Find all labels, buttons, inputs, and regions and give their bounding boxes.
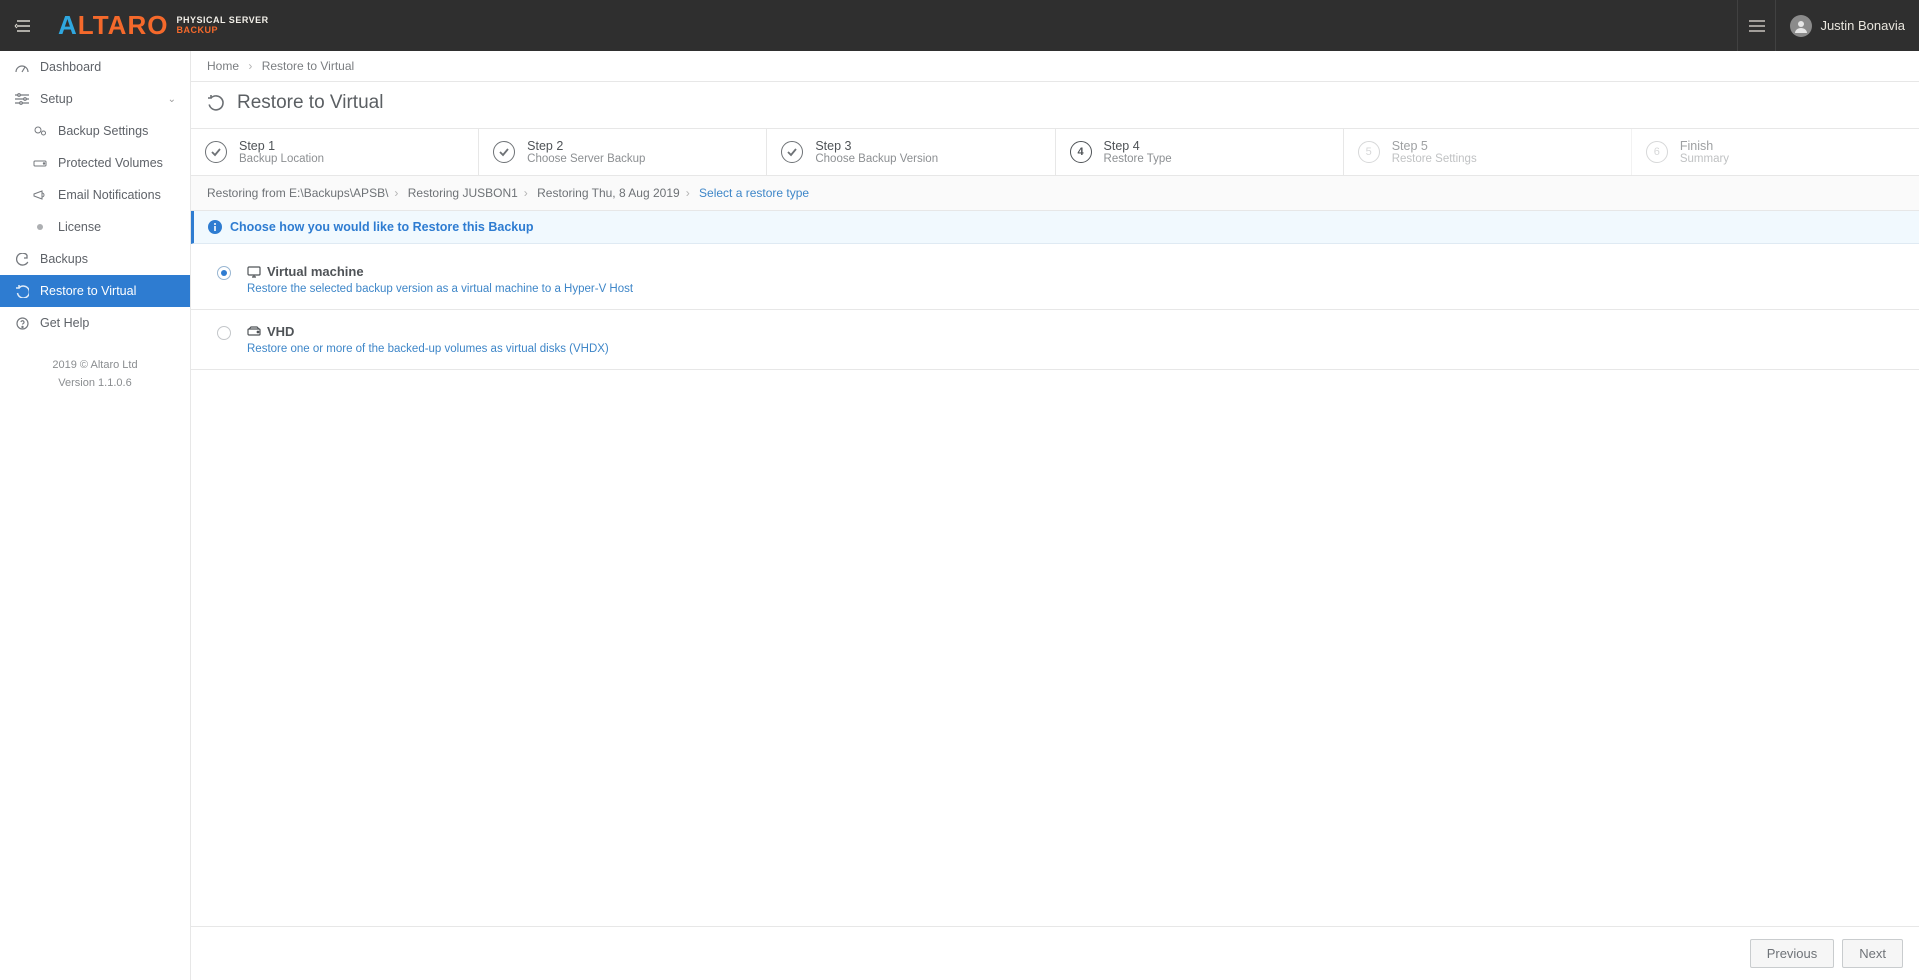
step-indicator-icon <box>781 141 803 163</box>
header-menu-button[interactable] <box>1737 0 1775 51</box>
option-description: Restore the selected backup version as a… <box>247 283 633 295</box>
option-description: Restore one or more of the backed-up vol… <box>247 343 609 355</box>
wizard-step-4[interactable]: 4 Step 4Restore Type <box>1056 129 1344 175</box>
sidebar-item-restore-to-virtual[interactable]: Restore to Virtual <box>0 275 190 307</box>
sidebar-item-protected-volumes[interactable]: Protected Volumes <box>0 147 190 179</box>
wizard-step-2[interactable]: Step 2Choose Server Backup <box>479 129 767 175</box>
sidebar-toggle[interactable] <box>0 0 44 51</box>
wizard-breadcrumb: Restoring from E:\Backups\APSB\› Restori… <box>191 176 1919 211</box>
sidebar-item-label: Backup Settings <box>58 124 148 138</box>
info-banner: Choose how you would like to Restore thi… <box>191 211 1919 244</box>
step-title: Finish <box>1680 139 1729 153</box>
option-title: VHD <box>247 324 609 339</box>
cogs-icon <box>32 125 48 137</box>
undo-icon <box>14 285 30 298</box>
sidebar-item-setup[interactable]: Setup ⌄ <box>0 83 190 115</box>
sliders-icon <box>14 93 30 105</box>
restore-option-vhd[interactable]: VHD Restore one or more of the backed-up … <box>191 310 1919 370</box>
sidebar-item-backup-settings[interactable]: Backup Settings <box>0 115 190 147</box>
sidebar-item-license[interactable]: License <box>0 211 190 243</box>
sidebar-item-label: Restore to Virtual <box>40 284 136 298</box>
sidebar-item-label: Get Help <box>40 316 89 330</box>
dashboard-icon <box>14 61 30 73</box>
logo-wordmark: ALTARO <box>58 10 168 41</box>
list-icon <box>1749 20 1765 32</box>
breadcrumb: Home › Restore to Virtual <box>191 51 1919 81</box>
bullhorn-icon <box>32 189 48 201</box>
menu-icon <box>14 20 30 32</box>
step-title: Step 3 <box>815 139 938 153</box>
step-indicator-icon <box>493 141 515 163</box>
restore-option-virtual-machine[interactable]: Virtual machine Restore the selected back… <box>191 250 1919 310</box>
main-content: Home › Restore to Virtual Restore to Vir… <box>191 51 1919 980</box>
monitor-icon <box>247 266 261 278</box>
undo-icon <box>207 94 225 112</box>
step-subtitle: Summary <box>1680 153 1729 165</box>
step-indicator-icon: 6 <box>1646 141 1668 163</box>
sidebar-item-backups[interactable]: Backups <box>0 243 190 275</box>
step-subtitle: Choose Server Backup <box>527 153 645 165</box>
step-indicator-icon <box>205 141 227 163</box>
wizard-step-3[interactable]: Step 3Choose Backup Version <box>767 129 1055 175</box>
step-subtitle: Choose Backup Version <box>815 153 938 165</box>
step-title: Step 5 <box>1392 139 1477 153</box>
info-icon <box>208 220 222 234</box>
sidebar-item-label: Setup <box>40 92 73 106</box>
sidebar: Dashboard Setup ⌄ Backup Settings Protec… <box>0 51 191 980</box>
option-title: Virtual machine <box>247 264 633 279</box>
page-title: Restore to Virtual <box>191 82 1919 128</box>
sidebar-item-label: Dashboard <box>40 60 101 74</box>
sidebar-item-label: License <box>58 220 101 234</box>
radio-icon <box>217 326 231 340</box>
step-subtitle: Restore Settings <box>1392 153 1477 165</box>
app-header: ALTARO PHYSICAL SERVER BACKUP Justin Bon… <box>0 0 1919 51</box>
wizard-footer: Previous Next <box>191 926 1919 980</box>
next-button[interactable]: Next <box>1842 939 1903 968</box>
step-title: Step 2 <box>527 139 645 153</box>
avatar-icon <box>1790 15 1812 37</box>
step-subtitle: Backup Location <box>239 153 324 165</box>
step-indicator-icon: 4 <box>1070 141 1092 163</box>
previous-button[interactable]: Previous <box>1750 939 1835 968</box>
sidebar-item-get-help[interactable]: Get Help <box>0 307 190 339</box>
sidebar-item-label: Protected Volumes <box>58 156 163 170</box>
user-menu[interactable]: Justin Bonavia <box>1775 0 1919 51</box>
dot-icon <box>32 222 48 232</box>
wizard-step-5: 5 Step 5Restore Settings <box>1344 129 1632 175</box>
product-logo: ALTARO PHYSICAL SERVER BACKUP <box>44 0 269 51</box>
step-subtitle: Restore Type <box>1104 153 1172 165</box>
breadcrumb-separator: › <box>248 59 252 73</box>
chevron-down-icon: ⌄ <box>168 94 176 105</box>
sidebar-item-label: Backups <box>40 252 88 266</box>
breadcrumb-current: Restore to Virtual <box>262 59 355 73</box>
breadcrumb-home[interactable]: Home <box>207 59 239 73</box>
radio-icon <box>217 266 231 280</box>
refresh-icon <box>14 253 30 266</box>
wizard-steps: Step 1Backup LocationStep 2Choose Server… <box>191 128 1919 176</box>
wizard-step-6: 6 FinishSummary <box>1632 129 1919 175</box>
user-name: Justin Bonavia <box>1820 18 1905 33</box>
hdd-icon <box>32 158 48 168</box>
step-title: Step 1 <box>239 139 324 153</box>
logo-subtitle: PHYSICAL SERVER BACKUP <box>176 16 268 36</box>
wizard-step-1[interactable]: Step 1Backup Location <box>191 129 479 175</box>
disk-icon <box>247 326 261 338</box>
sidebar-item-email-notifications[interactable]: Email Notifications <box>0 179 190 211</box>
help-icon <box>14 317 30 330</box>
step-title: Step 4 <box>1104 139 1172 153</box>
sidebar-footer: 2019 © Altaro Ltd Version 1.1.0.6 <box>0 357 190 392</box>
step-indicator-icon: 5 <box>1358 141 1380 163</box>
sidebar-item-label: Email Notifications <box>58 188 161 202</box>
restore-type-options: Virtual machine Restore the selected back… <box>191 244 1919 376</box>
sidebar-item-dashboard[interactable]: Dashboard <box>0 51 190 83</box>
